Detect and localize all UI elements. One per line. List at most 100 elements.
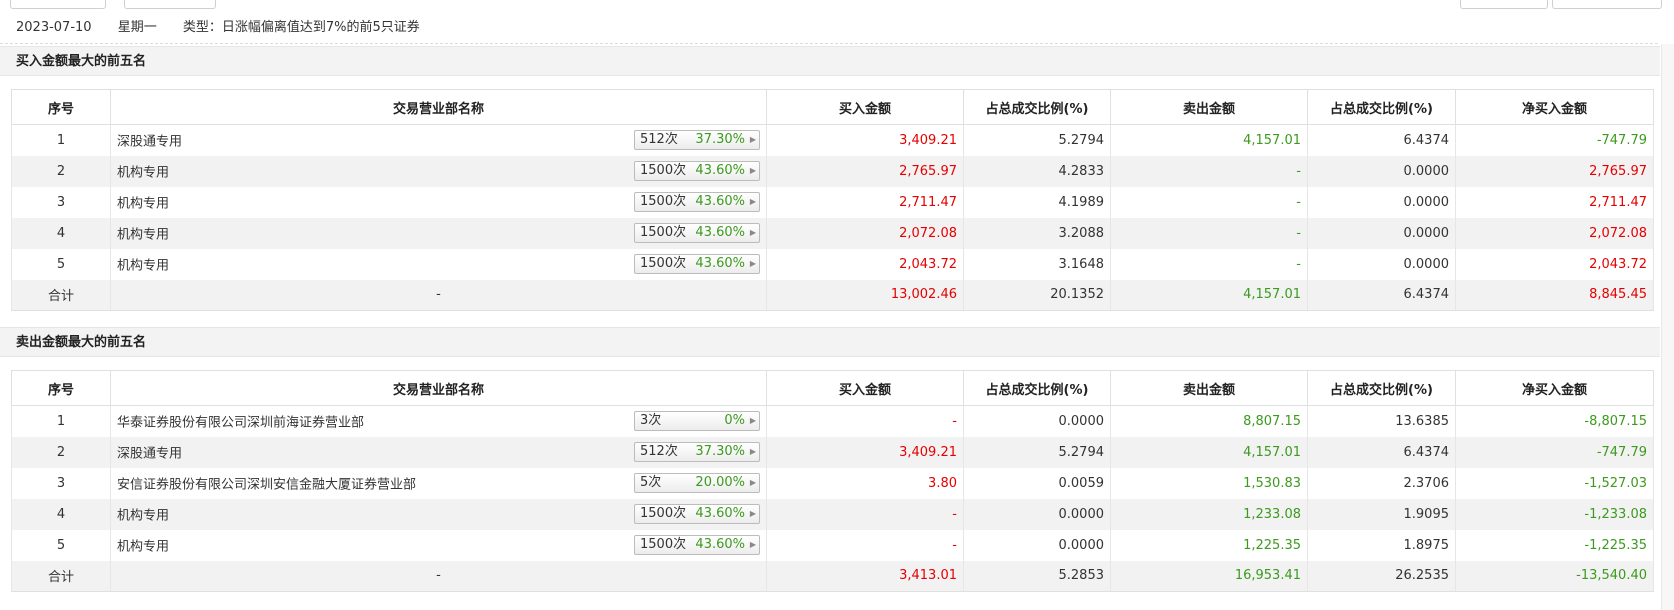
stat-count: 1500次 bbox=[640, 256, 687, 271]
cell-sell-amount: 1,233.08 bbox=[1110, 498, 1308, 530]
stat-percent: 0% bbox=[724, 413, 745, 429]
stat-count: 1500次 bbox=[640, 163, 687, 178]
cell-total-branch: - bbox=[110, 279, 767, 311]
branch-name-link[interactable]: 机构专用 bbox=[117, 224, 169, 243]
caret-right-icon: ▶ bbox=[749, 540, 756, 549]
cell-sell-ratio: 1.9095 bbox=[1307, 498, 1456, 530]
cell-net-amount: -747.79 bbox=[1455, 436, 1654, 468]
caret-right-icon: ▶ bbox=[749, 447, 756, 456]
top-tab-fragment-1[interactable] bbox=[10, 0, 106, 9]
table-row: 5 机构专用 1500次 43.60% ▶ -0.0000 1,225.35 1.8975 -1… bbox=[11, 529, 1654, 561]
cell-buy-amount: - bbox=[766, 529, 964, 561]
cell-total-branch: - bbox=[110, 560, 767, 592]
table-header-row: 序号 交易营业部名称 买入金额 占总成交比例(%) 卖出金额 占总成交比例(%)… bbox=[11, 89, 1654, 125]
stat-percent: 43.60% bbox=[695, 194, 745, 209]
buy-section-title: 买入金额最大的前五名 bbox=[0, 46, 1660, 76]
branch-name-link[interactable]: 安信证券股份有限公司深圳安信金融大厦证券营业部 bbox=[117, 474, 416, 493]
vertical-scrollbar[interactable] bbox=[1661, 44, 1674, 610]
top-button-fragment-1[interactable] bbox=[1460, 0, 1548, 9]
stat-count: 1500次 bbox=[640, 194, 687, 209]
stat-count: 5次 bbox=[640, 475, 662, 490]
col-header-seq: 序号 bbox=[11, 370, 111, 406]
info-bar: 2023-07-10 星期一 类型：日涨幅偏离值达到7%的前5只证券 bbox=[0, 12, 1658, 44]
caret-right-icon: ▶ bbox=[749, 509, 756, 518]
cell-seq: 4 bbox=[11, 217, 111, 249]
cell-sell-amount: 8,807.15 bbox=[1110, 405, 1308, 437]
cell-net-amount: -1,527.03 bbox=[1455, 467, 1654, 499]
branch-name-link[interactable]: 深股通专用 bbox=[117, 443, 182, 462]
weekday: 星期一 bbox=[117, 20, 157, 35]
cell-buy-amount: 2,765.97 bbox=[766, 155, 964, 187]
cell-branch: 机构专用 1500次 43.60% ▶ bbox=[110, 498, 767, 530]
caret-right-icon: ▶ bbox=[749, 259, 756, 268]
cell-net-amount: 2,765.97 bbox=[1455, 155, 1654, 187]
cell-sell-ratio: 6.4374 bbox=[1307, 124, 1456, 156]
branch-stat-button[interactable]: 1500次 43.60% ▶ bbox=[634, 535, 760, 555]
branch-name-link[interactable]: 机构专用 bbox=[117, 193, 169, 212]
cell-sell-amount: 1,225.35 bbox=[1110, 529, 1308, 561]
branch-stat-button[interactable]: 1500次 43.60% ▶ bbox=[634, 161, 760, 181]
cell-seq: 5 bbox=[11, 248, 111, 280]
col-header-buy-ratio: 占总成交比例(%) bbox=[963, 370, 1111, 406]
branch-stat-button[interactable]: 1500次 43.60% ▶ bbox=[634, 504, 760, 524]
cell-total-sell-ratio: 26.2535 bbox=[1307, 560, 1456, 592]
cell-buy-amount: - bbox=[766, 405, 964, 437]
cell-total-label: 合计 bbox=[11, 279, 111, 311]
top-tab-fragment-2[interactable] bbox=[124, 0, 216, 9]
cell-branch: 机构专用 1500次 43.60% ▶ bbox=[110, 248, 767, 280]
table-row: 3 安信证券股份有限公司深圳安信金融大厦证券营业部 5次 20.00% ▶ 3.80 0.0… bbox=[11, 467, 1654, 499]
sell-section-title: 卖出金额最大的前五名 bbox=[0, 327, 1660, 357]
col-header-sell-amount: 卖出金额 bbox=[1110, 370, 1308, 406]
sell-top5-table: 序号 交易营业部名称 买入金额 占总成交比例(%) 卖出金额 占总成交比例(%)… bbox=[11, 370, 1654, 592]
stat-count: 1500次 bbox=[640, 506, 687, 521]
caret-right-icon: ▶ bbox=[749, 478, 756, 487]
cell-sell-ratio: 0.0000 bbox=[1307, 155, 1456, 187]
cell-buy-amount: 3,409.21 bbox=[766, 124, 964, 156]
table-row: 1 深股通专用 512次 37.30% ▶ 3,409.21 5.2794 4,157.01 6… bbox=[11, 124, 1654, 156]
stat-percent: 43.60% bbox=[695, 163, 745, 178]
cell-total-net: 8,845.45 bbox=[1455, 279, 1654, 311]
cell-seq: 3 bbox=[11, 467, 111, 499]
branch-stat-button[interactable]: 5次 20.00% ▶ bbox=[634, 473, 760, 493]
cell-buy-ratio: 4.2833 bbox=[963, 155, 1111, 187]
cell-sell-ratio: 2.3706 bbox=[1307, 467, 1456, 499]
col-header-sell-ratio: 占总成交比例(%) bbox=[1307, 370, 1456, 406]
stat-percent: 43.60% bbox=[695, 256, 745, 271]
cell-seq: 4 bbox=[11, 498, 111, 530]
cell-sell-ratio: 6.4374 bbox=[1307, 436, 1456, 468]
branch-name-link[interactable]: 机构专用 bbox=[117, 162, 169, 181]
branch-name-link[interactable]: 机构专用 bbox=[117, 536, 169, 555]
cell-buy-ratio: 0.0000 bbox=[963, 498, 1111, 530]
cell-buy-ratio: 5.2794 bbox=[963, 436, 1111, 468]
col-header-sell-amount: 卖出金额 bbox=[1110, 89, 1308, 125]
cell-seq: 1 bbox=[11, 405, 111, 437]
cell-total-sell: 4,157.01 bbox=[1110, 279, 1308, 311]
table-row: 2 深股通专用 512次 37.30% ▶ 3,409.21 5.2794 4,157.01 6… bbox=[11, 436, 1654, 468]
branch-stat-button[interactable]: 1500次 43.60% ▶ bbox=[634, 192, 760, 212]
cell-sell-amount: - bbox=[1110, 155, 1308, 187]
cell-sell-amount: 4,157.01 bbox=[1110, 436, 1308, 468]
cell-branch: 机构专用 1500次 43.60% ▶ bbox=[110, 217, 767, 249]
caret-right-icon: ▶ bbox=[749, 228, 756, 237]
cell-buy-ratio: 3.2088 bbox=[963, 217, 1111, 249]
cell-seq: 2 bbox=[11, 436, 111, 468]
cell-net-amount: -8,807.15 bbox=[1455, 405, 1654, 437]
branch-name-link[interactable]: 机构专用 bbox=[117, 255, 169, 274]
cell-sell-ratio: 0.0000 bbox=[1307, 186, 1456, 218]
cell-branch: 机构专用 1500次 43.60% ▶ bbox=[110, 529, 767, 561]
branch-name-link[interactable]: 华泰证券股份有限公司深圳前海证券营业部 bbox=[117, 412, 364, 431]
cell-net-amount: 2,043.72 bbox=[1455, 248, 1654, 280]
branch-stat-button[interactable]: 512次 37.30% ▶ bbox=[634, 442, 760, 462]
branch-stat-button[interactable]: 512次 37.30% ▶ bbox=[634, 130, 760, 151]
branch-stat-button[interactable]: 3次 0% ▶ bbox=[634, 411, 760, 432]
branch-stat-button[interactable]: 1500次 43.60% ▶ bbox=[634, 223, 760, 243]
caret-right-icon: ▶ bbox=[749, 166, 756, 175]
stat-percent: 37.30% bbox=[695, 132, 745, 148]
top-button-fragment-2[interactable] bbox=[1552, 0, 1662, 9]
branch-name-link[interactable]: 深股通专用 bbox=[117, 131, 182, 150]
stat-percent: 37.30% bbox=[695, 444, 745, 459]
col-header-seq: 序号 bbox=[11, 89, 111, 125]
branch-stat-button[interactable]: 1500次 43.60% ▶ bbox=[634, 254, 760, 274]
cell-branch: 机构专用 1500次 43.60% ▶ bbox=[110, 155, 767, 187]
branch-name-link[interactable]: 机构专用 bbox=[117, 505, 169, 524]
